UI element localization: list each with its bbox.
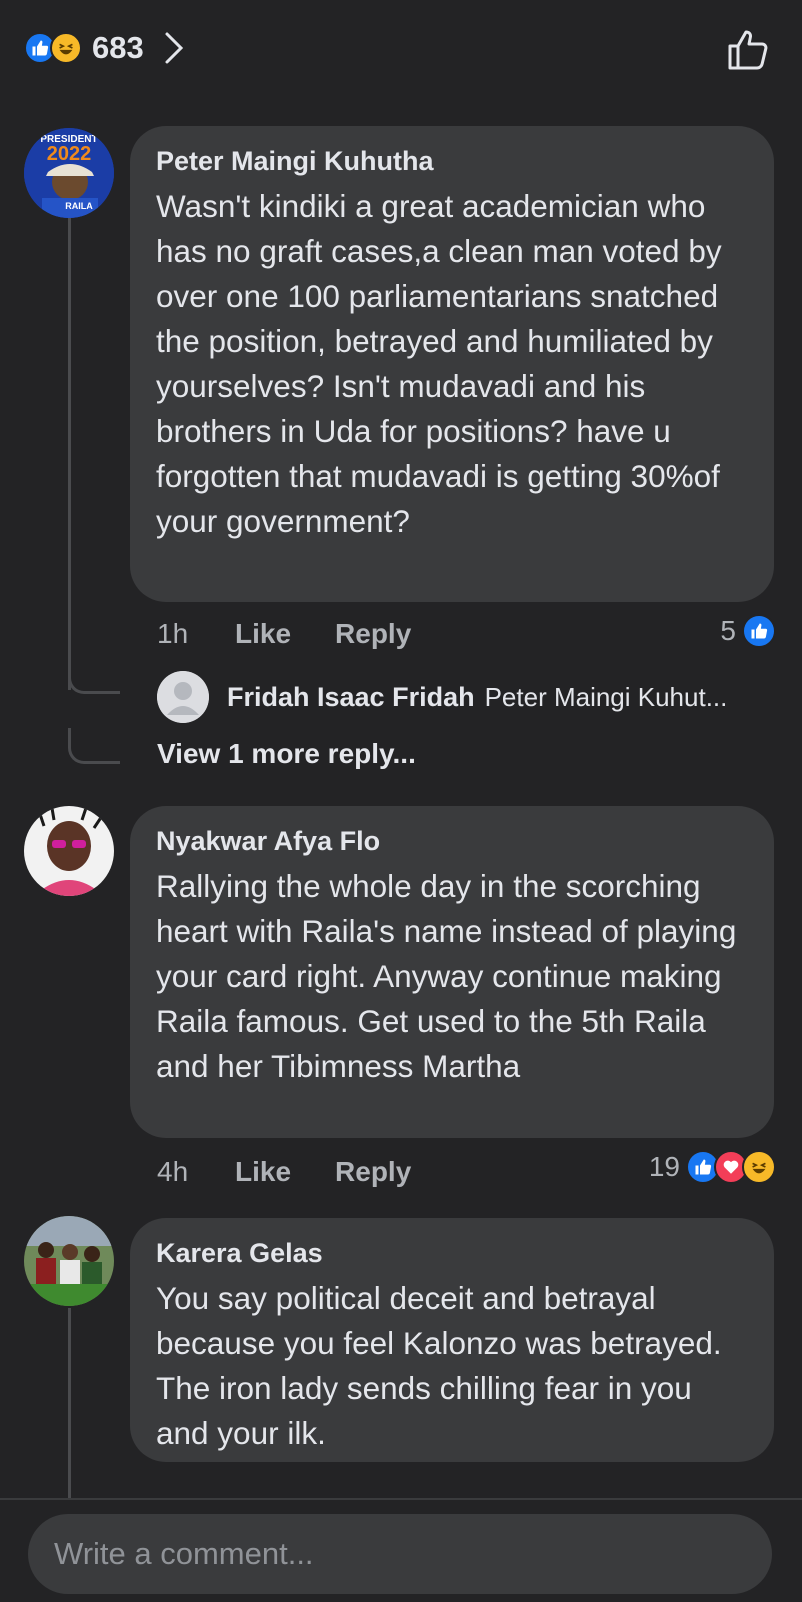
reply-button[interactable]: Reply	[335, 618, 411, 650]
haha-icon	[742, 1150, 776, 1184]
comment-text: You say political deceit and betrayal be…	[156, 1280, 722, 1451]
avatar[interactable]	[24, 806, 114, 896]
avatar-text: RAILA	[65, 201, 93, 211]
avatar[interactable]: PRESIDENT 2022 RAILA	[24, 128, 114, 218]
write-comment-input[interactable]	[28, 1514, 772, 1594]
post-reactions-bar: 683	[0, 0, 802, 100]
like-button[interactable]: Like	[235, 618, 291, 650]
comment-reaction-count: 5	[720, 615, 736, 646]
reaction-count: 683	[92, 30, 144, 65]
like-icon	[742, 614, 776, 648]
like-outline-icon[interactable]	[724, 26, 772, 74]
comment-author[interactable]: Nyakwar Afya Flo	[156, 824, 748, 858]
comment-text: Wasn't kindiki a great academician who h…	[156, 188, 722, 539]
comment-author[interactable]: Peter Maingi Kuhutha	[156, 144, 748, 178]
reply-author[interactable]: Fridah Isaac Fridah	[227, 682, 475, 713]
comment-actions: 1h Like Reply	[157, 618, 455, 650]
view-more-replies-link[interactable]: View 1 more reply...	[157, 738, 416, 770]
reply-preview-row[interactable]: Fridah Isaac Fridah Peter Maingi Kuhut..…	[157, 671, 727, 723]
reply-preview-text: Peter Maingi Kuhut...	[484, 681, 728, 712]
thread-line	[68, 1308, 71, 1498]
comment-reactions[interactable]: 19	[649, 1150, 776, 1184]
reply-button[interactable]: Reply	[335, 1156, 411, 1188]
comment-bubble: Karera Gelas You say political deceit an…	[130, 1218, 774, 1462]
comment-text: Rallying the whole day in the scorching …	[156, 868, 737, 1084]
thread-line	[68, 218, 71, 690]
comment-time[interactable]: 4h	[157, 1156, 235, 1188]
comment-actions: 4h Like Reply	[157, 1156, 455, 1188]
like-button[interactable]: Like	[235, 1156, 291, 1188]
reaction-summary[interactable]: 683	[24, 30, 186, 66]
comment-time[interactable]: 1h	[157, 618, 235, 650]
avatar-text: 2022	[47, 143, 92, 165]
avatar[interactable]	[24, 1216, 114, 1306]
comment-author[interactable]: Karera Gelas	[156, 1236, 748, 1270]
reply-branch-line	[68, 728, 120, 764]
haha-icon	[50, 32, 82, 64]
comment-bubble: Peter Maingi Kuhutha Wasn't kindiki a gr…	[130, 126, 774, 602]
comment-reactions[interactable]: 5	[720, 614, 776, 648]
chevron-right-icon	[165, 32, 183, 64]
comment-bubble: Nyakwar Afya Flo Rallying the whole day …	[130, 806, 774, 1138]
default-avatar-icon[interactable]	[157, 671, 209, 723]
comment-composer-bar	[0, 1498, 802, 1602]
comment-reaction-count: 19	[648, 1151, 680, 1182]
reply-branch-line	[68, 668, 120, 694]
